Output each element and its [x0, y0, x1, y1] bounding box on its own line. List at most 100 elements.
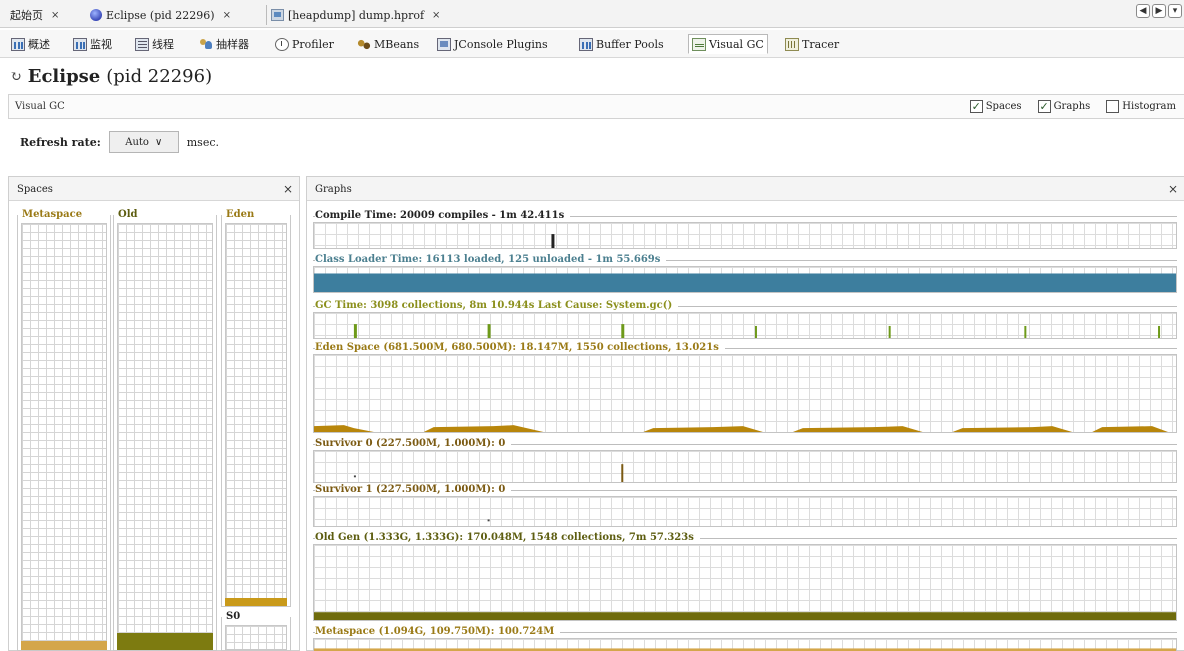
- sampler-icon: [199, 38, 213, 51]
- tab-threads[interactable]: 线程: [132, 34, 177, 54]
- eden-space-svg: [314, 425, 1169, 432]
- scroll-right-icon[interactable]: ▶: [1152, 4, 1166, 18]
- histogram-checkbox[interactable]: Histogram: [1106, 100, 1176, 113]
- gc-spike: [754, 325, 757, 338]
- tab-profiler[interactable]: Profiler: [272, 34, 337, 54]
- checkbox-checked-icon[interactable]: ✓: [969, 100, 983, 113]
- close-icon[interactable]: ×: [1168, 182, 1178, 196]
- gc-spike: [1158, 325, 1161, 338]
- compile-time-graph: Compile Time: 20009 compiles - 1m 42.411…: [313, 210, 1177, 249]
- eden-fill: [225, 598, 287, 606]
- tab-label: 抽样器: [216, 38, 249, 51]
- class-loader-graph: Class Loader Time: 16113 loaded, 125 unl…: [313, 254, 1177, 293]
- survivor-0-plot: [313, 450, 1177, 483]
- metaspace-graph: Metaspace (1.094G, 109.750M): 100.724M: [313, 626, 1177, 651]
- tab-buffer-pools[interactable]: Buffer Pools: [576, 34, 667, 54]
- doc-tab-label: Eclipse (pid 22296): [106, 8, 215, 22]
- doc-tab-eclipse[interactable]: Eclipse (pid 22296) ×: [86, 5, 235, 25]
- gc-spike: [353, 324, 357, 338]
- dropdown-icon[interactable]: ▾: [1168, 4, 1182, 18]
- buffer-icon: [579, 37, 593, 51]
- s0-space: S0: [221, 611, 291, 651]
- gc-spike: [888, 325, 891, 338]
- class-loader-svg: [314, 273, 1176, 292]
- metaspace-grid: [21, 223, 107, 650]
- graph-title: Metaspace (1.094G, 109.750M): 100.724M: [315, 626, 561, 638]
- gc-spike: [487, 324, 491, 338]
- s0-spike: [621, 464, 624, 482]
- graph-title: Old Gen (1.333G, 1.333G): 170.048M, 1548…: [315, 532, 700, 544]
- refresh-rate-value: Auto: [125, 136, 149, 148]
- tab-mbeans[interactable]: MBeans: [354, 34, 422, 54]
- graphs-checkbox[interactable]: ✓ Graphs: [1037, 100, 1090, 113]
- survivor-0-graph: Survivor 0 (227.500M, 1.000M): 0: [313, 438, 1177, 483]
- tab-label: MBeans: [374, 37, 420, 51]
- app-name: Eclipse: [27, 66, 101, 87]
- spaces-panel-header: Spaces ×: [9, 177, 299, 201]
- tab-visual-gc[interactable]: Visual GC: [688, 34, 768, 54]
- close-icon[interactable]: ×: [283, 182, 293, 196]
- visual-gc-icon: [692, 37, 706, 51]
- scroll-left-icon[interactable]: ◀: [1136, 4, 1150, 18]
- gc-time-graph: GC Time: 3098 collections, 8m 10.944s La…: [313, 300, 1177, 339]
- refresh-rate-unit: msec.: [186, 135, 219, 149]
- survivor-1-graph: Survivor 1 (227.500M, 1.000M): 0: [313, 484, 1177, 527]
- s0-grid: [225, 625, 287, 650]
- threads-icon: [135, 37, 149, 51]
- metaspace-plot: [313, 638, 1177, 651]
- refresh-rate-select[interactable]: Auto ∨: [108, 131, 179, 153]
- compile-time-plot: [313, 222, 1177, 249]
- s1-dot: [487, 519, 490, 522]
- application-icon: [90, 9, 102, 21]
- eden-space-plot: [313, 354, 1177, 433]
- gc-time-plot: [313, 312, 1177, 339]
- tab-label: 概述: [28, 38, 50, 51]
- spaces-panel-title: Spaces: [17, 184, 53, 195]
- old-gen-plot: [313, 544, 1177, 621]
- doc-tab-start-page[interactable]: 起始页 ×: [6, 5, 63, 25]
- visual-gc-toolbar: Visual GC ✓ Spaces ✓ Graphs Histogram: [8, 94, 1184, 119]
- eden-space-graph: Eden Space (681.500M, 680.500M): 18.147M…: [313, 342, 1177, 433]
- eden-usage-area: [314, 425, 1169, 432]
- class-loader-plot: [313, 266, 1177, 293]
- space-label: Metaspace: [21, 209, 84, 220]
- survivor-1-svg: [487, 519, 490, 522]
- graph-title: Survivor 0 (227.500M, 1.000M): 0: [315, 438, 512, 450]
- window-controls: ◀ ▶ ▾: [1136, 4, 1182, 18]
- compile-time-svg: [551, 234, 555, 248]
- document-tab-bar: 起始页 × Eclipse (pid 22296) × [heapdump] d…: [0, 0, 1184, 28]
- tab-jconsole-plugins[interactable]: JConsole Plugins: [434, 34, 551, 54]
- heapdump-icon: [271, 9, 284, 21]
- view-options: ✓ Spaces ✓ Graphs Histogram: [969, 100, 1176, 113]
- tab-overview[interactable]: 概述: [8, 34, 53, 54]
- close-icon[interactable]: ×: [51, 10, 59, 21]
- app-pid: (pid 22296): [106, 66, 213, 87]
- space-label: S0: [225, 611, 242, 622]
- tab-label: 监视: [90, 38, 112, 51]
- space-label: Eden: [225, 209, 256, 220]
- old-gen-usage-band: [314, 612, 1176, 620]
- checkbox-unchecked-icon[interactable]: [1106, 100, 1120, 113]
- checkbox-checked-icon[interactable]: ✓: [1037, 100, 1051, 113]
- doc-tab-heapdump[interactable]: [heapdump] dump.hprof ×: [266, 5, 444, 25]
- graph-title: Eden Space (681.500M, 680.500M): 18.147M…: [315, 342, 725, 354]
- close-icon[interactable]: ×: [223, 10, 231, 21]
- doc-tab-label: [heapdump] dump.hprof: [288, 8, 425, 22]
- tab-monitor[interactable]: 监视: [70, 34, 115, 54]
- gc-time-svg: [353, 324, 1161, 338]
- graph-title: GC Time: 3098 collections, 8m 10.944s La…: [315, 300, 679, 312]
- tab-tracer[interactable]: Tracer: [782, 34, 842, 54]
- visual-gc-label: Visual GC: [15, 101, 65, 112]
- tab-label: Buffer Pools: [596, 37, 664, 51]
- tab-label: 线程: [152, 38, 174, 51]
- tab-label: JConsole Plugins: [454, 37, 548, 51]
- refresh-rate-row: Refresh rate: Auto ∨ msec.: [20, 131, 219, 153]
- eden-grid: [225, 223, 287, 606]
- close-icon[interactable]: ×: [432, 10, 440, 21]
- metaspace-space: Metaspace: [17, 209, 111, 651]
- spaces-checkbox[interactable]: ✓ Spaces: [969, 100, 1022, 113]
- survivor-0-svg: [353, 464, 624, 482]
- old-space: Old: [113, 209, 217, 651]
- tab-sampler[interactable]: 抽样器: [196, 34, 252, 54]
- tool-tab-bar: 概述 监视 线程 抽样器 Profiler MBeans JConsole Pl…: [0, 30, 1184, 58]
